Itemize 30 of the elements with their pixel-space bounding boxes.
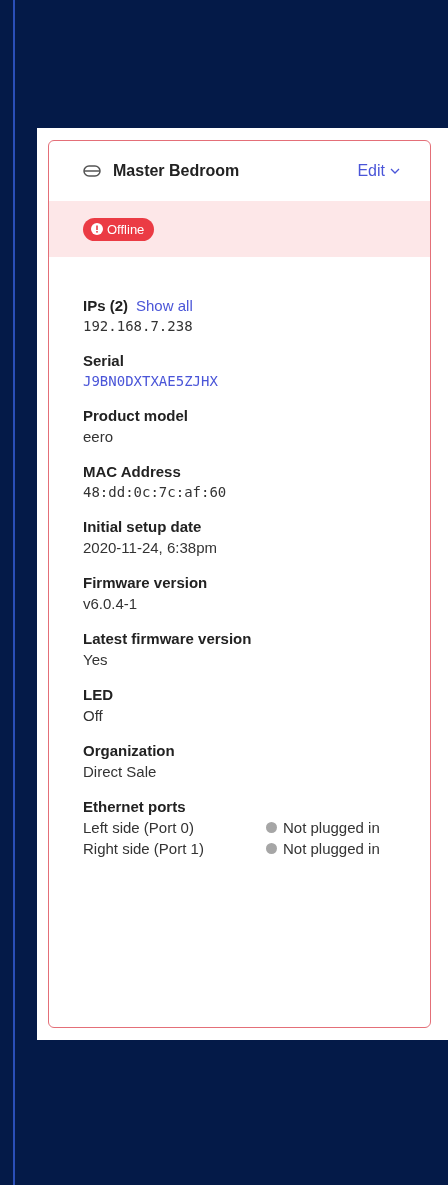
field-value[interactable]: J9BN0DXTXAE5ZJHX (83, 373, 396, 389)
field-value: Off (83, 707, 104, 724)
status-badge: Offline (83, 217, 155, 241)
field-label: Latest firmware version (83, 630, 252, 647)
field-label: IPs (2) (83, 297, 128, 314)
device-name: Master Bedroom (113, 162, 240, 180)
alert-icon (91, 223, 103, 235)
field-label: LED (83, 686, 113, 703)
field-label: Initial setup date (83, 518, 202, 535)
field-value: v6.0.4-1 (83, 595, 139, 612)
field-value: Direct Sale (83, 763, 158, 780)
field-label: Product model (83, 407, 188, 424)
field-value: 48:dd:0c:7c:af:60 (83, 484, 228, 500)
port-name: Right side (Port 1) (83, 840, 204, 857)
show-all-link[interactable]: Show all (136, 297, 193, 314)
field-label: Serial (83, 352, 124, 369)
port-name: Left side (Port 0) (83, 819, 194, 836)
router-icon (83, 165, 101, 177)
field-label: MAC Address (83, 463, 181, 480)
field-label: Organization (83, 742, 175, 759)
port-status: Not plugged in (283, 840, 380, 857)
field-value: Yes (83, 651, 109, 668)
field-value: eero (83, 428, 115, 445)
chevron-down-icon (390, 168, 400, 174)
port-status: Not plugged in (283, 819, 380, 836)
field-value: 2020-11-24, 6:38pm (83, 539, 218, 556)
field-value: 192.168.7.238 (83, 318, 194, 334)
field-label: Firmware version (83, 574, 208, 591)
edit-button[interactable]: Edit (357, 162, 400, 180)
field-label: Ethernet ports (83, 798, 187, 815)
